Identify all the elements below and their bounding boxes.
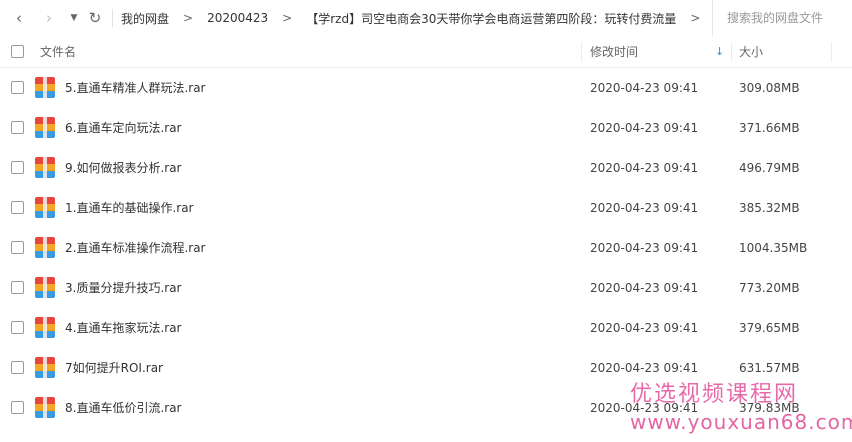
rar-archive-icon <box>35 157 55 178</box>
file-modified-time: 2020-04-23 09:41 <box>590 81 699 95</box>
file-modified-time: 2020-04-23 09:41 <box>590 241 699 255</box>
table-row[interactable]: 6.直通车定向玩法.rar 2020-04-23 09:41 371.66MB <box>0 108 852 148</box>
row-checkbox[interactable] <box>11 201 24 214</box>
file-name[interactable]: 4.直通车拖家玩法.rar <box>65 308 182 348</box>
breadcrumb-separator: > <box>183 11 194 25</box>
rar-archive-icon <box>35 197 55 218</box>
file-size: 379.65MB <box>739 321 800 335</box>
navigation-bar: ‹ › ▼ ↻ 我的网盘 > 20200423 > 【学rzd】司空电商会30天… <box>0 0 852 36</box>
column-divider[interactable] <box>731 42 732 62</box>
rar-archive-icon <box>35 317 55 338</box>
file-name[interactable]: 2.直通车标准操作流程.rar <box>65 228 206 268</box>
column-divider[interactable] <box>831 42 832 62</box>
column-header-size[interactable]: 大小 <box>739 43 763 60</box>
table-row[interactable]: 8.直通车低价引流.rar 2020-04-23 09:41 379.83MB <box>0 388 852 428</box>
file-name[interactable]: 3.质量分提升技巧.rar <box>65 268 182 308</box>
refresh-icon[interactable]: ↻ <box>84 0 106 36</box>
row-checkbox[interactable] <box>11 281 24 294</box>
table-row[interactable]: 5.直通车精准人群玩法.rar 2020-04-23 09:41 309.08MB <box>0 68 852 108</box>
rar-archive-icon <box>35 357 55 378</box>
row-checkbox[interactable] <box>11 361 24 374</box>
row-checkbox[interactable] <box>11 321 24 334</box>
file-name[interactable]: 7如何提升ROI.rar <box>65 348 163 388</box>
table-row[interactable]: 1.直通车的基础操作.rar 2020-04-23 09:41 385.32MB <box>0 188 852 228</box>
row-checkbox[interactable] <box>11 241 24 254</box>
table-row[interactable]: 7如何提升ROI.rar 2020-04-23 09:41 631.57MB <box>0 348 852 388</box>
breadcrumb-separator: > <box>282 11 293 25</box>
file-modified-time: 2020-04-23 09:41 <box>590 121 699 135</box>
file-size: 773.20MB <box>739 281 800 295</box>
file-size: 496.79MB <box>739 161 800 175</box>
nav-divider <box>112 9 113 27</box>
rar-archive-icon <box>35 277 55 298</box>
breadcrumb-root[interactable]: 我的网盘 <box>121 10 169 27</box>
back-icon[interactable]: ‹ <box>8 0 30 36</box>
sort-descending-icon[interactable]: ↓ <box>715 45 724 58</box>
file-name[interactable]: 8.直通车低价引流.rar <box>65 388 182 428</box>
row-checkbox[interactable] <box>11 401 24 414</box>
file-modified-time: 2020-04-23 09:41 <box>590 281 699 295</box>
breadcrumb-separator: > <box>690 11 701 25</box>
row-checkbox[interactable] <box>11 161 24 174</box>
table-row[interactable]: 4.直通车拖家玩法.rar 2020-04-23 09:41 379.65MB <box>0 308 852 348</box>
history-dropdown-icon[interactable]: ▼ <box>66 0 82 36</box>
file-list-header: 文件名 修改时间 ↓ 大小 <box>0 36 852 68</box>
file-size: 1004.35MB <box>739 241 808 255</box>
rar-archive-icon <box>35 237 55 258</box>
rar-archive-icon <box>35 117 55 138</box>
file-modified-time: 2020-04-23 09:41 <box>590 401 699 415</box>
file-size: 379.83MB <box>739 401 800 415</box>
table-row[interactable]: 9.如何做报表分析.rar 2020-04-23 09:41 496.79MB <box>0 148 852 188</box>
file-name[interactable]: 6.直通车定向玩法.rar <box>65 108 182 148</box>
file-modified-time: 2020-04-23 09:41 <box>590 361 699 375</box>
column-header-modified[interactable]: 修改时间 <box>590 43 638 60</box>
file-name[interactable]: 1.直通车的基础操作.rar <box>65 188 194 228</box>
breadcrumb: 我的网盘 > 20200423 > 【学rzd】司空电商会30天带你学会电商运营… <box>121 10 714 27</box>
column-header-name[interactable]: 文件名 <box>40 43 76 60</box>
breadcrumb-date-folder[interactable]: 20200423 <box>207 11 268 25</box>
file-size: 631.57MB <box>739 361 800 375</box>
rar-archive-icon <box>35 77 55 98</box>
file-name[interactable]: 5.直通车精准人群玩法.rar <box>65 68 206 108</box>
column-divider[interactable] <box>581 42 582 62</box>
file-modified-time: 2020-04-23 09:41 <box>590 201 699 215</box>
forward-icon[interactable]: › <box>38 0 60 36</box>
row-checkbox[interactable] <box>11 121 24 134</box>
table-row[interactable]: 3.质量分提升技巧.rar 2020-04-23 09:41 773.20MB <box>0 268 852 308</box>
row-checkbox[interactable] <box>11 81 24 94</box>
file-modified-time: 2020-04-23 09:41 <box>590 161 699 175</box>
file-name[interactable]: 9.如何做报表分析.rar <box>65 148 182 188</box>
file-size: 385.32MB <box>739 201 800 215</box>
search-input[interactable]: 搜索我的网盘文件 <box>712 0 852 36</box>
select-all-checkbox[interactable] <box>11 45 24 58</box>
rar-archive-icon <box>35 397 55 418</box>
file-size: 371.66MB <box>739 121 800 135</box>
breadcrumb-current-folder[interactable]: 【学rzd】司空电商会30天带你学会电商运营第四阶段：玩转付费流量 <box>306 10 676 27</box>
file-modified-time: 2020-04-23 09:41 <box>590 321 699 335</box>
table-row[interactable]: 2.直通车标准操作流程.rar 2020-04-23 09:41 1004.35MB <box>0 228 852 268</box>
file-size: 309.08MB <box>739 81 800 95</box>
